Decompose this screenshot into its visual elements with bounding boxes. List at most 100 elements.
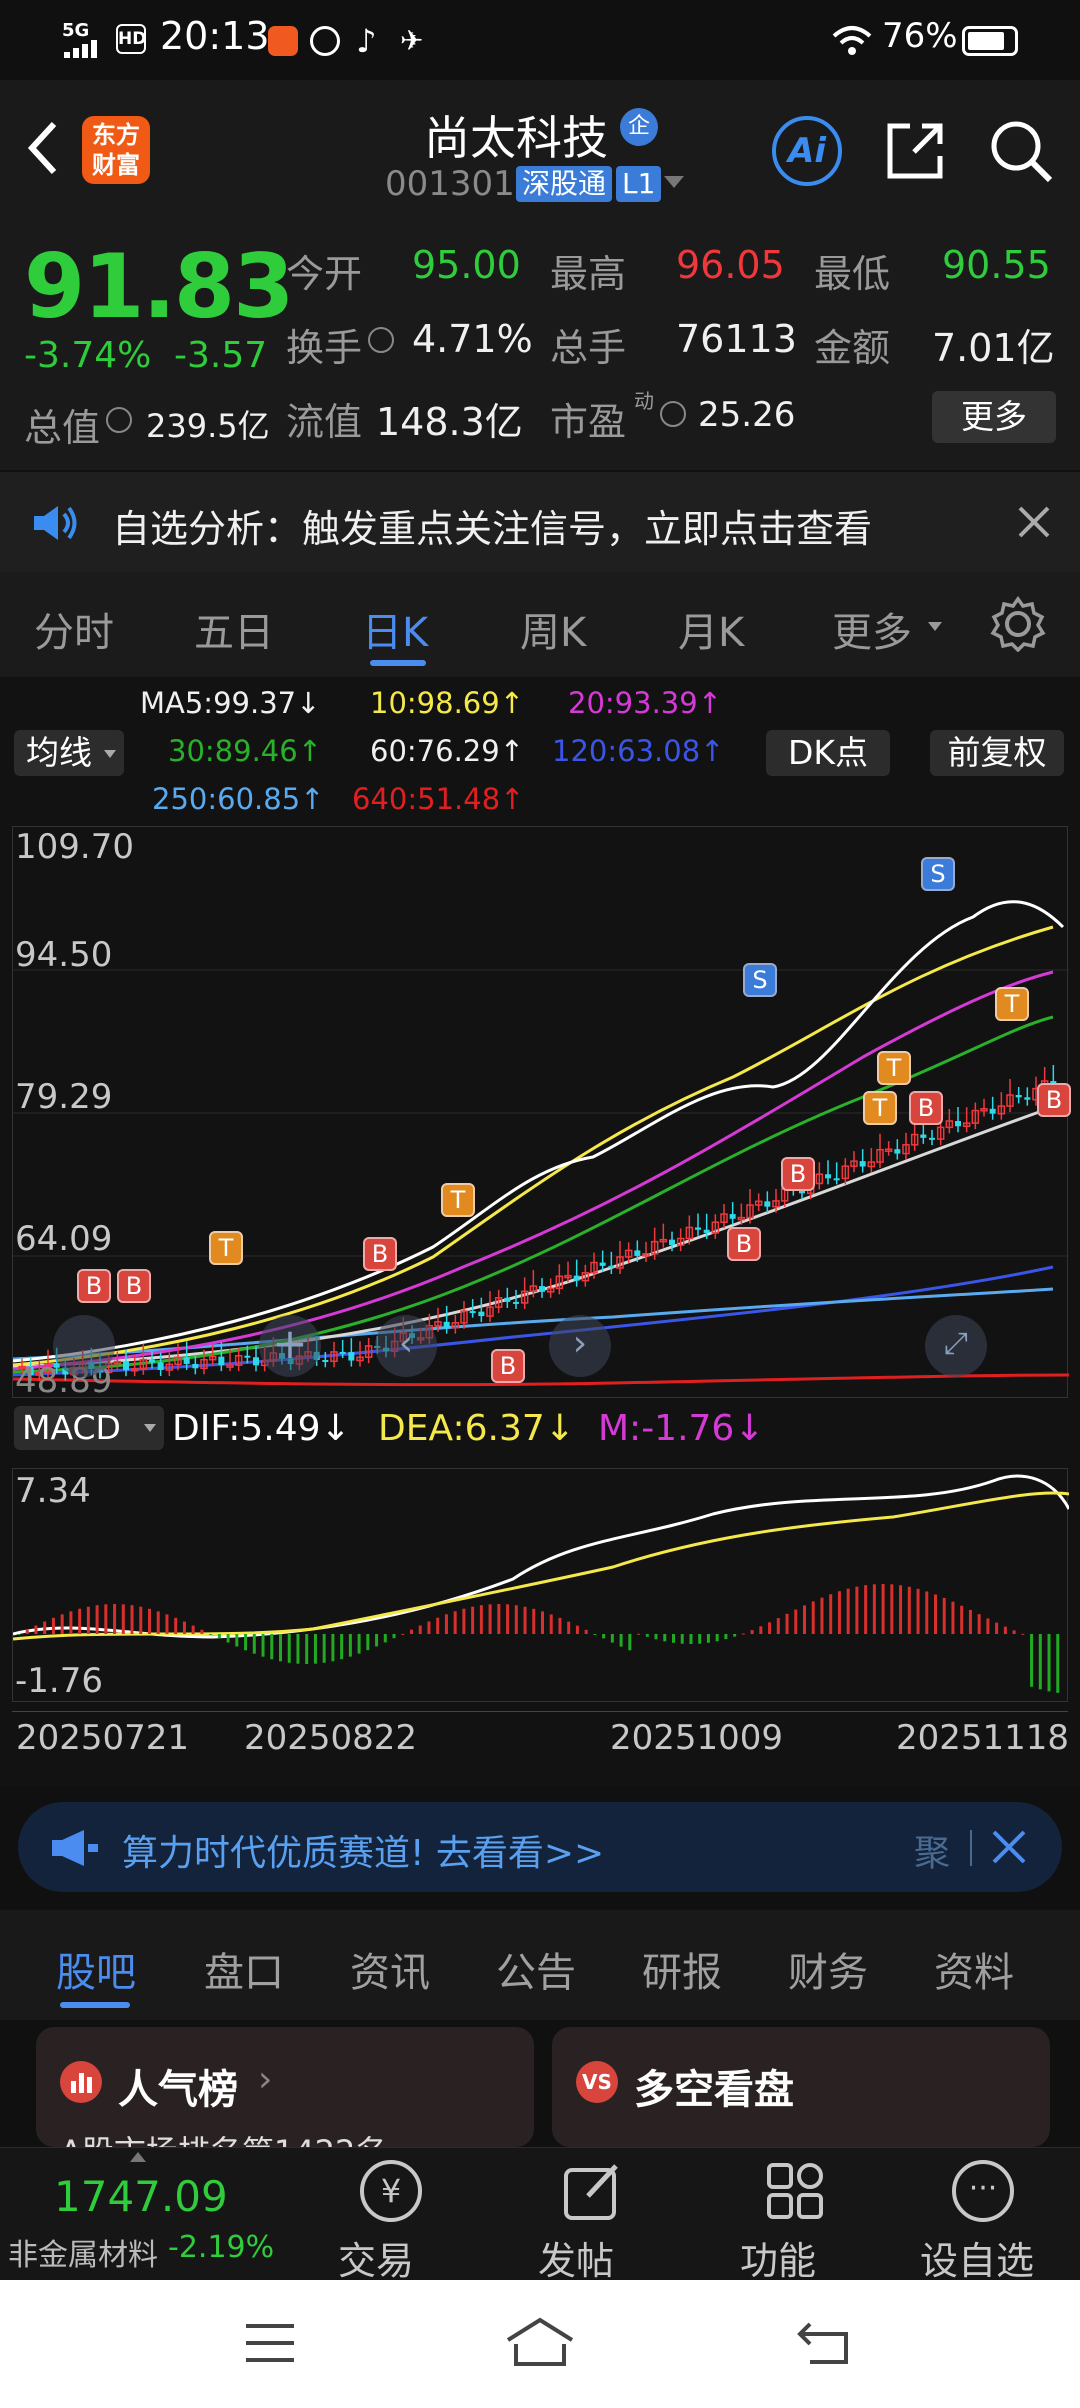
- tab-five-day[interactable]: 五日: [194, 600, 274, 658]
- tab-more[interactable]: 更多: [832, 600, 912, 658]
- scroll-left-button[interactable]: ‹: [375, 1315, 437, 1377]
- t-marker[interactable]: T: [863, 1091, 897, 1125]
- fullscreen-button[interactable]: ⤢: [925, 1315, 987, 1377]
- tab-daily-k[interactable]: 日K: [362, 600, 428, 658]
- low-value: 90.55: [942, 243, 1051, 287]
- buy-marker[interactable]: B: [117, 1269, 151, 1303]
- macd-bar: [506, 1604, 510, 1634]
- macd-bottom-label: -1.76: [15, 1661, 103, 1701]
- t-marker[interactable]: T: [995, 987, 1029, 1021]
- candlestick-chart[interactable]: S S B B B B B B B B T T T T T 109.70 94.…: [12, 826, 1071, 1401]
- bull-bear-card[interactable]: VS 多空看盘: [552, 2027, 1050, 2147]
- index-widget[interactable]: 1747.09 非金属材料 -2.19%: [0, 2148, 300, 2281]
- buy-marker[interactable]: B: [781, 1157, 815, 1191]
- ma30-value: 30:89.46↑: [168, 734, 322, 768]
- share-icon[interactable]: [884, 120, 946, 186]
- trade-button[interactable]: ¥ 交易: [332, 2148, 462, 2283]
- notice-bar[interactable]: 自选分析：触发重点关注信号，立即点击查看: [0, 472, 1080, 572]
- macd-bar: [1047, 1634, 1051, 1692]
- macd-selector-button[interactable]: MACD: [14, 1406, 164, 1450]
- pe-value: 25.26: [698, 395, 796, 435]
- macd-bar: [741, 1633, 745, 1635]
- candle-body: [955, 1121, 961, 1127]
- home-icon[interactable]: [504, 2316, 576, 2372]
- tab-monthly-k[interactable]: 月K: [678, 600, 744, 658]
- macd-bar: [287, 1634, 291, 1663]
- macd-bar: [191, 1625, 195, 1634]
- low-label: 最低: [814, 252, 891, 296]
- buy-marker[interactable]: B: [77, 1269, 111, 1303]
- app-notification-icon: ✈: [400, 24, 424, 57]
- buy-marker[interactable]: B: [909, 1091, 943, 1125]
- sell-marker[interactable]: S: [921, 857, 955, 891]
- more-button[interactable]: 更多: [932, 391, 1056, 443]
- macd-m: M:-1.76↓: [598, 1408, 765, 1449]
- macd-bar: [514, 1605, 518, 1634]
- macd-chart[interactable]: 7.34 -1.76: [12, 1468, 1069, 1702]
- macd-bar: [471, 1606, 475, 1634]
- ma5-value: MA5:99.37↓: [140, 686, 321, 720]
- t-marker[interactable]: T: [209, 1231, 243, 1265]
- macd-bar: [43, 1621, 47, 1634]
- macd-bar: [803, 1605, 806, 1634]
- buy-marker[interactable]: B: [727, 1227, 761, 1261]
- t-marker[interactable]: T: [441, 1183, 475, 1217]
- tab-profile[interactable]: 资料: [934, 1940, 1014, 1998]
- gear-icon[interactable]: [990, 595, 1046, 656]
- info-icon[interactable]: [106, 407, 132, 433]
- content-tabs: 股吧 盘口 资讯 公告 研报 财务 资料: [0, 1910, 1080, 2020]
- macd-bar: [794, 1609, 798, 1634]
- tab-forum[interactable]: 股吧: [56, 1940, 136, 1998]
- tab-weekly-k[interactable]: 周K: [520, 600, 586, 658]
- post-button[interactable]: 发帖: [532, 2148, 662, 2283]
- ai-button[interactable]: Ai: [772, 116, 842, 186]
- close-icon[interactable]: [1016, 504, 1052, 544]
- tab-announcements[interactable]: 公告: [496, 1940, 576, 1998]
- function-button[interactable]: 功能: [734, 2148, 864, 2283]
- tab-orderbook[interactable]: 盘口: [204, 1940, 284, 1998]
- dk-point-button[interactable]: DK点: [766, 730, 890, 776]
- ma-selector-button[interactable]: 均线: [14, 730, 124, 776]
- buy-marker[interactable]: B: [491, 1349, 525, 1383]
- adjust-mode-button[interactable]: 前复权: [930, 730, 1064, 776]
- y-axis-label: 109.70: [15, 827, 134, 867]
- macd-bar: [444, 1614, 448, 1634]
- macd-bar: [776, 1618, 780, 1634]
- close-icon[interactable]: [990, 1828, 1028, 1870]
- t-marker[interactable]: T: [877, 1051, 911, 1085]
- macd-bar: [217, 1634, 221, 1639]
- buy-marker[interactable]: B: [1037, 1083, 1071, 1117]
- macd-bar: [113, 1604, 117, 1634]
- back-icon[interactable]: [22, 118, 62, 182]
- zoom-out-button[interactable]: [53, 1315, 115, 1377]
- tab-research[interactable]: 研报: [642, 1940, 722, 1998]
- card-title: 人气榜: [118, 2067, 238, 2113]
- chevron-down-icon: [144, 1424, 156, 1432]
- popularity-card[interactable]: 人气榜 › A股市场排名第1422名: [36, 2027, 534, 2147]
- promo-banner[interactable]: 算力时代优质赛道! 去看看>> 聚: [18, 1802, 1062, 1892]
- tiktok-icon: ♪: [356, 22, 377, 60]
- macd-bar: [479, 1605, 483, 1634]
- zoom-in-button[interactable]: +: [259, 1315, 321, 1377]
- tab-news[interactable]: 资讯: [350, 1940, 430, 1998]
- back-nav-icon[interactable]: [796, 2318, 852, 2372]
- menu-icon[interactable]: [244, 2320, 296, 2370]
- search-icon[interactable]: [988, 118, 1054, 188]
- dropdown-icon[interactable]: [664, 176, 684, 188]
- macd-bar: [453, 1611, 457, 1634]
- chevron-up-icon: [130, 2152, 146, 2162]
- info-icon[interactable]: [368, 327, 394, 353]
- info-icon[interactable]: [660, 401, 686, 427]
- buy-marker[interactable]: B: [363, 1237, 397, 1271]
- tab-intraday[interactable]: 分时: [34, 600, 114, 658]
- macd-bar: [951, 1601, 955, 1634]
- add-watchlist-button[interactable]: ··· 设自选: [912, 2148, 1062, 2283]
- network-indicator: 5G: [62, 20, 90, 41]
- macd-bar: [235, 1634, 239, 1647]
- macd-bar: [637, 1633, 641, 1635]
- scroll-right-button[interactable]: ›: [549, 1315, 611, 1377]
- tab-financials[interactable]: 财务: [788, 1940, 868, 1998]
- macd-bar: [855, 1586, 859, 1634]
- macd-bar: [698, 1634, 702, 1644]
- sell-marker[interactable]: S: [743, 963, 777, 997]
